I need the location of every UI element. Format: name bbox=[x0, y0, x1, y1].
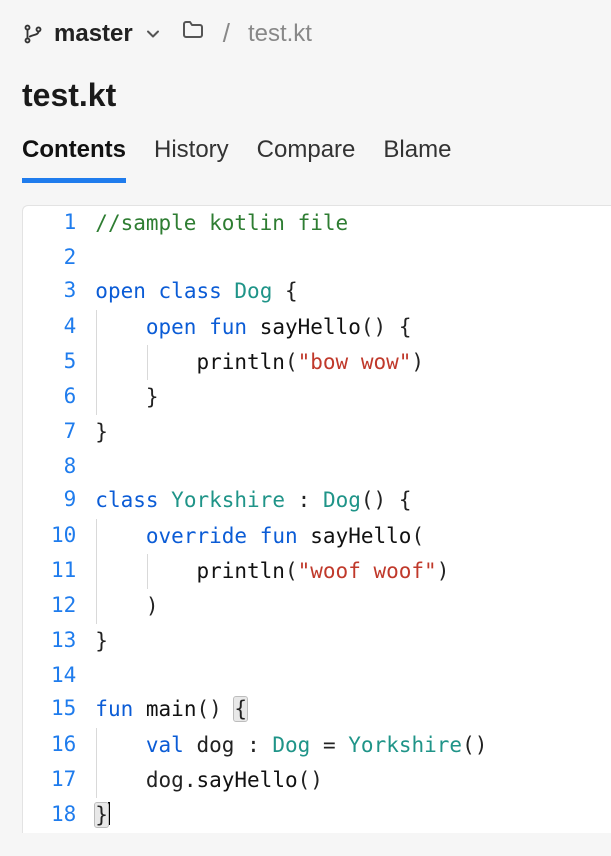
chevron-down-icon bbox=[143, 24, 163, 44]
line-number[interactable]: 5 bbox=[23, 345, 94, 380]
code-line: 7} bbox=[23, 415, 611, 450]
line-number[interactable]: 2 bbox=[23, 241, 94, 274]
tab-blame[interactable]: Blame bbox=[383, 136, 451, 183]
line-number[interactable]: 11 bbox=[23, 554, 94, 589]
line-content[interactable]: fun main() { bbox=[94, 692, 611, 727]
code-line: 9class Yorkshire : Dog() { bbox=[23, 483, 611, 518]
line-number[interactable]: 10 bbox=[23, 519, 94, 554]
branch-selector[interactable]: master bbox=[22, 20, 163, 48]
line-content[interactable] bbox=[94, 659, 611, 692]
tab-compare[interactable]: Compare bbox=[257, 136, 356, 183]
tab-history[interactable]: History bbox=[154, 136, 229, 183]
code-viewer[interactable]: 1//sample kotlin file23open class Dog {4… bbox=[22, 205, 611, 833]
code-line: 13} bbox=[23, 624, 611, 659]
line-content[interactable] bbox=[94, 450, 611, 483]
line-number[interactable]: 16 bbox=[23, 728, 94, 763]
line-content[interactable]: ) bbox=[94, 589, 611, 624]
code-line: 17 dog.sayHello() bbox=[23, 763, 611, 798]
line-number[interactable]: 7 bbox=[23, 415, 94, 450]
git-branch-icon bbox=[22, 23, 44, 45]
line-content[interactable]: dog.sayHello() bbox=[94, 763, 611, 798]
line-number[interactable]: 3 bbox=[23, 274, 94, 309]
text-cursor bbox=[108, 802, 110, 825]
code-line: 6 } bbox=[23, 380, 611, 415]
line-content[interactable]: override fun sayHello( bbox=[94, 519, 611, 554]
code-line: 12 ) bbox=[23, 589, 611, 624]
line-number[interactable]: 14 bbox=[23, 659, 94, 692]
code-line: 3open class Dog { bbox=[23, 274, 611, 309]
code-line: 15fun main() { bbox=[23, 692, 611, 727]
code-line: 8 bbox=[23, 450, 611, 483]
page-title: test.kt bbox=[0, 59, 611, 122]
line-content[interactable]: class Yorkshire : Dog() { bbox=[94, 483, 611, 518]
line-content[interactable]: println("bow wow") bbox=[94, 345, 611, 380]
line-content[interactable]: } bbox=[94, 415, 611, 450]
branch-name: master bbox=[54, 20, 133, 48]
code-line: 16 val dog : Dog = Yorkshire() bbox=[23, 728, 611, 763]
line-content[interactable]: } bbox=[94, 798, 611, 833]
folder-icon[interactable] bbox=[181, 18, 205, 49]
line-number[interactable]: 1 bbox=[23, 206, 94, 241]
line-content[interactable]: } bbox=[94, 624, 611, 659]
line-number[interactable]: 9 bbox=[23, 483, 94, 518]
line-number[interactable]: 4 bbox=[23, 310, 94, 345]
code-line: 5 println("bow wow") bbox=[23, 345, 611, 380]
breadcrumb-filename[interactable]: test.kt bbox=[248, 20, 312, 48]
tabs: Contents History Compare Blame bbox=[0, 122, 611, 183]
line-number[interactable]: 8 bbox=[23, 450, 94, 483]
code-line: 1//sample kotlin file bbox=[23, 206, 611, 241]
line-content[interactable]: open class Dog { bbox=[94, 274, 611, 309]
tab-contents[interactable]: Contents bbox=[22, 136, 126, 183]
line-content[interactable] bbox=[94, 241, 611, 274]
breadcrumb-bar: master / test.kt bbox=[0, 0, 611, 59]
code-line: 2 bbox=[23, 241, 611, 274]
line-content[interactable]: println("woof woof") bbox=[94, 554, 611, 589]
line-content[interactable]: open fun sayHello() { bbox=[94, 310, 611, 345]
line-content[interactable]: val dog : Dog = Yorkshire() bbox=[94, 728, 611, 763]
line-number[interactable]: 18 bbox=[23, 798, 94, 833]
line-content[interactable]: //sample kotlin file bbox=[94, 206, 611, 241]
line-number[interactable]: 17 bbox=[23, 763, 94, 798]
code-body: 1//sample kotlin file23open class Dog {4… bbox=[23, 206, 611, 833]
code-line: 18} bbox=[23, 798, 611, 833]
line-content[interactable]: } bbox=[94, 380, 611, 415]
line-number[interactable]: 12 bbox=[23, 589, 94, 624]
code-table: 1//sample kotlin file23open class Dog {4… bbox=[23, 206, 611, 833]
line-number[interactable]: 13 bbox=[23, 624, 94, 659]
code-line: 14 bbox=[23, 659, 611, 692]
code-line: 4 open fun sayHello() { bbox=[23, 310, 611, 345]
line-number[interactable]: 6 bbox=[23, 380, 94, 415]
breadcrumb-separator: / bbox=[223, 18, 230, 49]
line-number[interactable]: 15 bbox=[23, 692, 94, 727]
code-line: 11 println("woof woof") bbox=[23, 554, 611, 589]
code-line: 10 override fun sayHello( bbox=[23, 519, 611, 554]
